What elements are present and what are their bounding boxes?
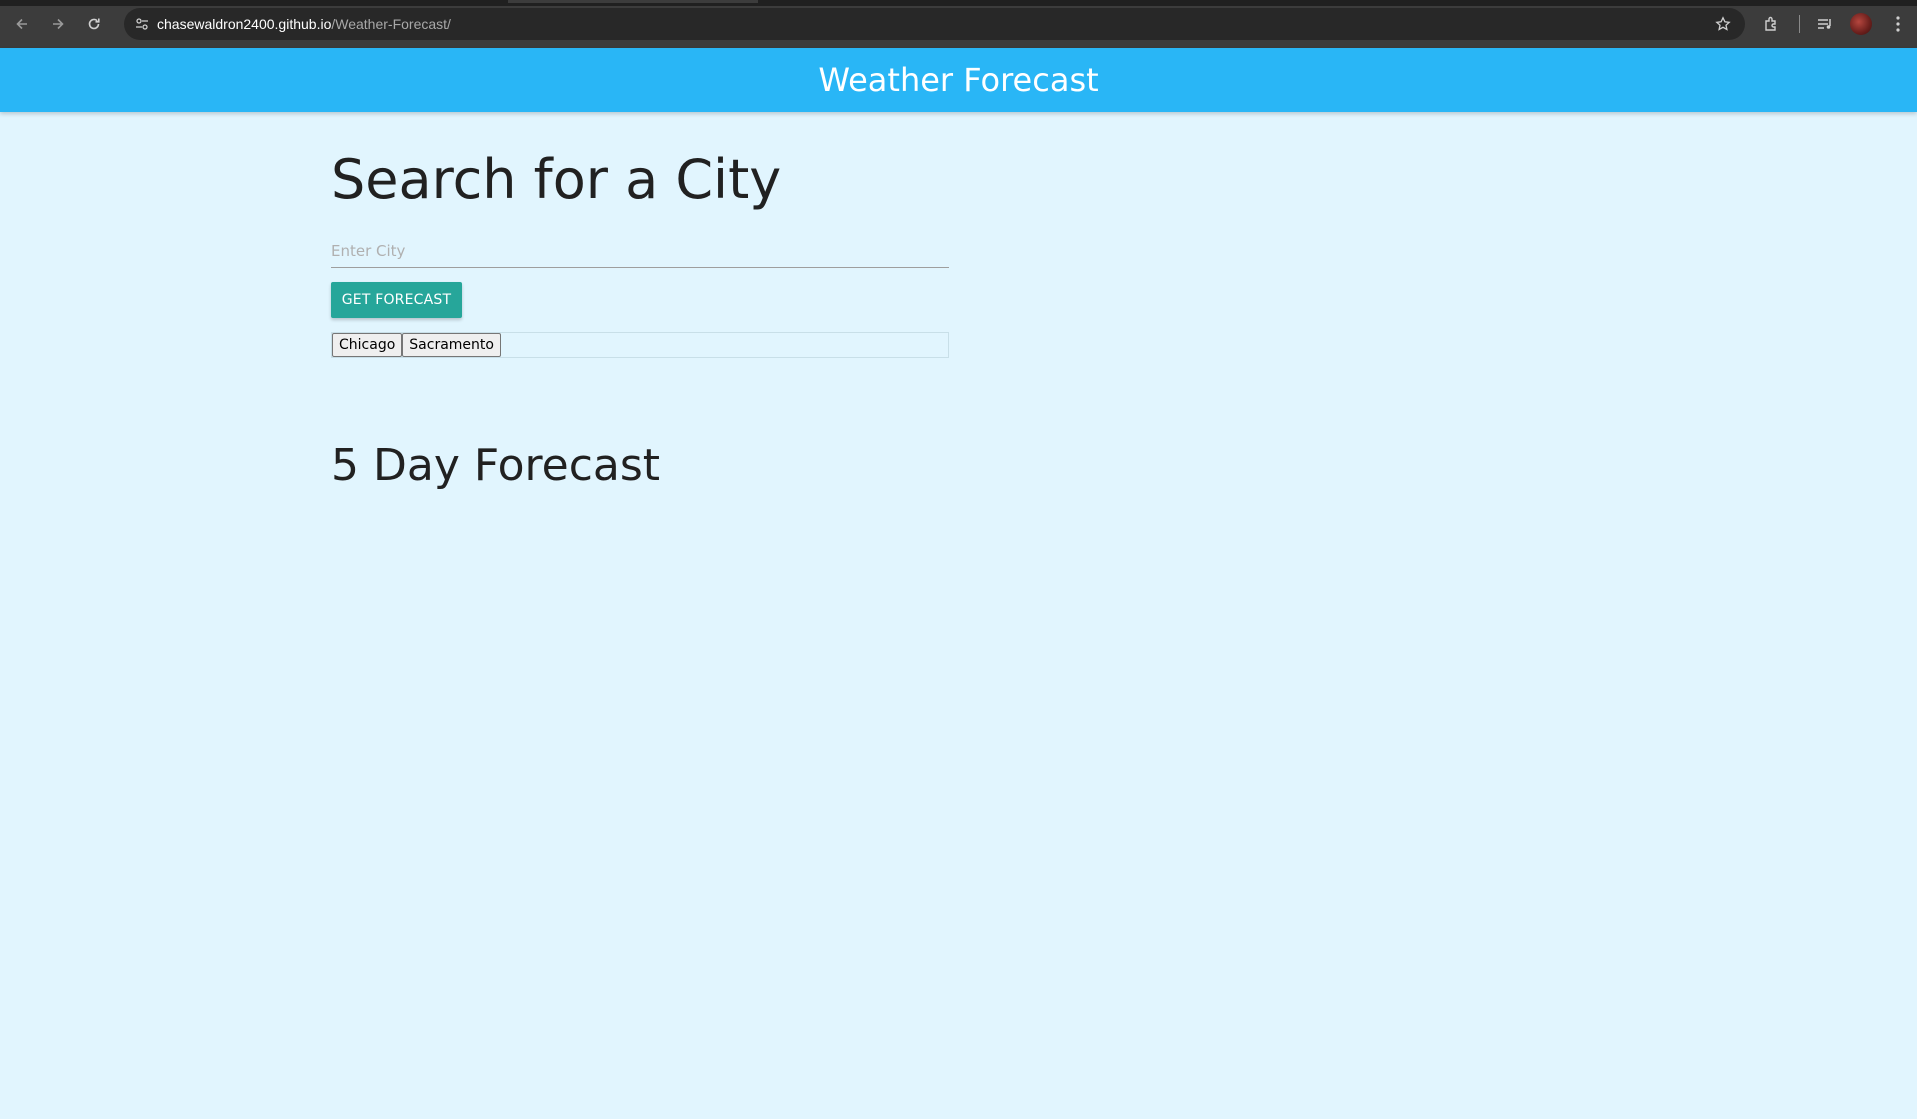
reload-icon[interactable]	[83, 13, 105, 35]
browser-toolbar: chasewaldron2400.github.io/Weather-Forec…	[0, 0, 1917, 48]
url-text[interactable]: chasewaldron2400.github.io/Weather-Forec…	[157, 16, 451, 32]
url-host: chasewaldron2400.github.io	[157, 16, 332, 32]
extensions-icon[interactable]	[1761, 13, 1783, 35]
city-search-input[interactable]	[331, 234, 949, 268]
history-city-button[interactable]: Sacramento	[402, 333, 501, 357]
url-path: /Weather-Forecast/	[331, 16, 451, 32]
search-history: Chicago Sacramento	[331, 332, 949, 358]
forward-icon[interactable]	[47, 13, 69, 35]
five-day-forecast-heading: 5 Day Forecast	[331, 440, 661, 491]
browser-menu-icon[interactable]	[1887, 13, 1909, 35]
active-tab-indicator	[508, 0, 758, 3]
bookmark-star-icon[interactable]	[1713, 14, 1733, 34]
back-icon[interactable]	[11, 13, 33, 35]
address-bar[interactable]: chasewaldron2400.github.io/Weather-Forec…	[124, 8, 1745, 40]
media-controls-icon[interactable]	[1814, 13, 1836, 35]
search-heading: Search for a City	[331, 148, 782, 211]
profile-avatar[interactable]	[1850, 13, 1872, 35]
app-title: Weather Forecast	[818, 61, 1099, 99]
toolbar-divider	[1799, 15, 1800, 33]
get-forecast-button[interactable]: GET FORECAST	[331, 282, 462, 318]
history-city-button[interactable]: Chicago	[332, 333, 403, 357]
site-settings-icon[interactable]	[130, 12, 154, 36]
app-header: Weather Forecast	[0, 48, 1917, 112]
page-viewport: Weather Forecast Search for a City GET F…	[0, 48, 1917, 1119]
